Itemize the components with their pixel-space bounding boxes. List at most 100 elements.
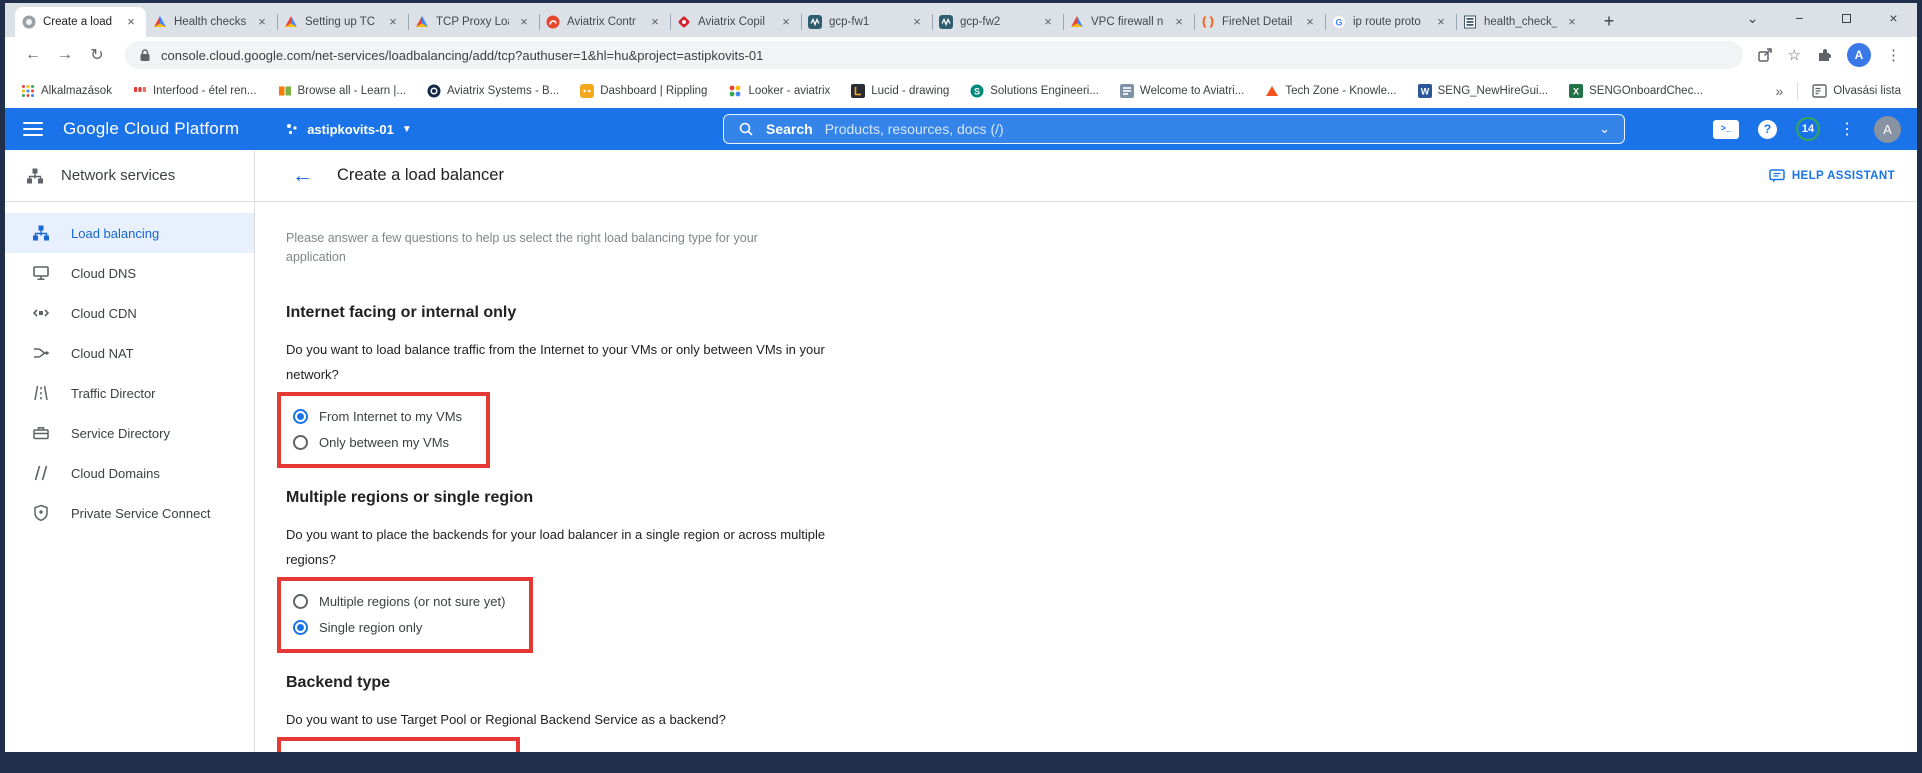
tab-gcp-fw2[interactable]: gcp-fw2× xyxy=(932,7,1063,37)
search-input[interactable]: Search Products, resources, docs (/) ⌄ xyxy=(723,114,1625,144)
bookmark-lucid-drawing[interactable]: Lucid - drawing xyxy=(851,84,949,98)
tab-close-icon[interactable]: × xyxy=(1433,14,1449,30)
window-close-icon[interactable]: × xyxy=(1870,3,1917,35)
bookmarks-overflow-icon[interactable]: » xyxy=(1775,83,1783,99)
tab-firenet-detail[interactable]: FireNet Detail× xyxy=(1194,7,1325,37)
aviatrix-copilot-icon xyxy=(677,15,691,29)
tab-close-icon[interactable]: × xyxy=(1564,14,1580,30)
svg-text:X: X xyxy=(1573,86,1579,96)
search-chevron-down-icon[interactable]: ⌄ xyxy=(1599,121,1610,137)
back-arrow-icon[interactable]: ← xyxy=(292,165,313,186)
browser-menu-kebab-icon[interactable]: ⋮ xyxy=(1886,46,1901,64)
reload-icon[interactable]: ↻ xyxy=(83,45,111,65)
extensions-puzzle-icon[interactable] xyxy=(1816,47,1832,63)
sidebar-item-cloud-dns[interactable]: Cloud DNS xyxy=(5,253,254,293)
tab-health-check[interactable]: health_check_× xyxy=(1456,7,1587,37)
tab-gcp-fw1[interactable]: gcp-fw1× xyxy=(801,7,932,37)
tab-health-checks[interactable]: Health checks× xyxy=(146,7,277,37)
back-icon[interactable]: ← xyxy=(19,46,47,64)
help-assistant-button[interactable]: HELP ASSISTANT xyxy=(1769,169,1895,183)
sidebar-item-traffic-director[interactable]: Traffic Director xyxy=(5,373,254,413)
tab-close-icon[interactable]: × xyxy=(385,14,401,30)
cloud-dns-icon xyxy=(32,264,50,282)
radio-selected-icon[interactable] xyxy=(293,409,308,424)
radio-option-single-region-only[interactable]: Single region only xyxy=(293,615,505,641)
tab-close-icon[interactable]: × xyxy=(1171,14,1187,30)
radio-unselected-icon[interactable] xyxy=(293,594,308,609)
radio-option-multiple-regions-or-not-sure-yet[interactable]: Multiple regions (or not sure yet) xyxy=(293,589,505,615)
window-restore-icon[interactable] xyxy=(1823,3,1870,35)
tab-tcp-proxy-loa[interactable]: TCP Proxy Loa× xyxy=(408,7,539,37)
sidebar-item-service-directory[interactable]: Service Directory xyxy=(5,413,254,453)
cloud-shell-icon[interactable]: >_ xyxy=(1713,120,1739,139)
forward-icon[interactable]: → xyxy=(51,46,79,64)
bookmark-browse-all-learn[interactable]: Browse all - Learn |... xyxy=(278,84,406,98)
hamburger-menu-icon[interactable] xyxy=(23,122,43,136)
tab-aviatrix-copil[interactable]: Aviatrix Copil× xyxy=(670,7,801,37)
radio-unselected-icon[interactable] xyxy=(293,435,308,450)
address-input[interactable]: console.cloud.google.com/net-services/lo… xyxy=(125,41,1743,69)
reading-list-button[interactable]: Olvasási lista xyxy=(1812,84,1901,98)
project-selector[interactable]: astipkovits-01 ▼ xyxy=(285,122,412,137)
url-text[interactable]: console.cloud.google.com/net-services/lo… xyxy=(161,48,763,63)
sidebar-item-cloud-nat[interactable]: Cloud NAT xyxy=(5,333,254,373)
sidebar-item-cloud-domains[interactable]: Cloud Domains xyxy=(5,453,254,493)
window-minimize-icon[interactable]: − xyxy=(1776,3,1823,35)
bookmark-dashboard-rippling[interactable]: Dashboard | Rippling xyxy=(580,84,707,98)
bookmark-solutions-engineeri[interactable]: SSolutions Engineeri... xyxy=(970,84,1099,98)
help-icon[interactable]: ? xyxy=(1758,120,1777,139)
bookmark-label: Browse all - Learn |... xyxy=(298,85,406,97)
bookmark-seng-newhiregui[interactable]: WSENG_NewHireGui... xyxy=(1418,84,1549,98)
gcp-account-avatar[interactable]: A xyxy=(1874,116,1901,143)
gcp-header: Google Cloud Platform astipkovits-01 ▼ S… xyxy=(5,108,1917,150)
cloud-nat-icon xyxy=(32,344,50,362)
rippling-icon xyxy=(580,84,594,98)
sidebar-item-load-balancing[interactable]: Load balancing xyxy=(5,213,254,253)
radio-option-backend-service[interactable]: Backend Service? xyxy=(293,749,492,752)
terminal-icon xyxy=(808,15,822,29)
lock-icon[interactable] xyxy=(139,48,151,62)
tab-close-icon[interactable]: × xyxy=(647,14,663,30)
new-tab-button[interactable]: + xyxy=(1595,8,1623,36)
sidebar-nav: Load balancingCloud DNSCloud CDNCloud NA… xyxy=(5,202,255,752)
help-assistant-icon xyxy=(1769,169,1785,183)
bookmark-alkalmaz-sok[interactable]: Alkalmazások xyxy=(21,84,112,98)
tab-close-icon[interactable]: × xyxy=(516,14,532,30)
bookmark-looker-aviatrix[interactable]: Looker - aviatrix xyxy=(728,84,830,98)
tab-vpc-firewall-n[interactable]: VPC firewall n× xyxy=(1063,7,1194,37)
browser-profile-avatar[interactable]: A xyxy=(1847,43,1871,67)
sidebar-item-cloud-cdn[interactable]: Cloud CDN xyxy=(5,293,254,333)
sidebar-item-label: Traffic Director xyxy=(71,386,156,401)
tab-close-icon[interactable]: × xyxy=(1040,14,1056,30)
radio-option-from-internet-to-my-vms[interactable]: From Internet to my VMs xyxy=(293,404,462,430)
tab-create-a-load[interactable]: Create a load× xyxy=(15,7,146,37)
service-title: Network services xyxy=(61,167,175,184)
radio-selected-icon[interactable] xyxy=(293,620,308,635)
bookmark-sengonboardchec[interactable]: XSENGOnboardChec... xyxy=(1569,84,1703,98)
free-trial-days-badge[interactable]: 14 xyxy=(1796,117,1820,141)
sidebar-item-private-service-connect[interactable]: Private Service Connect xyxy=(5,493,254,533)
bookmark-star-icon[interactable]: ☆ xyxy=(1788,46,1801,64)
network-services-icon xyxy=(26,167,44,185)
tab-aviatrix-contr[interactable]: Aviatrix Contr× xyxy=(539,7,670,37)
tab-ip-route-proto[interactable]: Gip route proto× xyxy=(1325,7,1456,37)
tab-close-icon[interactable]: × xyxy=(123,14,139,30)
window-menu-chevron-icon[interactable]: ⌄ xyxy=(1729,3,1776,35)
share-icon[interactable] xyxy=(1757,47,1773,63)
tab-close-icon[interactable]: × xyxy=(778,14,794,30)
content-layout: Load balancingCloud DNSCloud CDNCloud NA… xyxy=(5,202,1917,752)
tab-close-icon[interactable]: × xyxy=(909,14,925,30)
bookmark-tech-zone-knowle[interactable]: Tech Zone - Knowle... xyxy=(1265,84,1396,98)
bookmark-aviatrix-systems-b[interactable]: Aviatrix Systems - B... xyxy=(427,84,559,98)
tab-close-icon[interactable]: × xyxy=(1302,14,1318,30)
tab-setting-up-tc[interactable]: Setting up TC× xyxy=(277,7,408,37)
welcome-icon xyxy=(1120,84,1134,98)
radio-option-only-between-my-vms[interactable]: Only between my VMs xyxy=(293,430,462,456)
browser-window: Create a load×Health checks×Setting up T… xyxy=(5,3,1917,752)
tab-close-icon[interactable]: × xyxy=(254,14,270,30)
gcp-menu-kebab-icon[interactable]: ⋮ xyxy=(1839,119,1855,139)
bookmark-welcome-to-aviatri[interactable]: Welcome to Aviatri... xyxy=(1120,84,1244,98)
gcp-logo[interactable]: Google Cloud Platform xyxy=(63,119,239,139)
tabs: Create a load×Health checks×Setting up T… xyxy=(15,7,1587,37)
bookmark-interfood-tel-ren[interactable]: Interfood - étel ren... xyxy=(133,84,257,98)
